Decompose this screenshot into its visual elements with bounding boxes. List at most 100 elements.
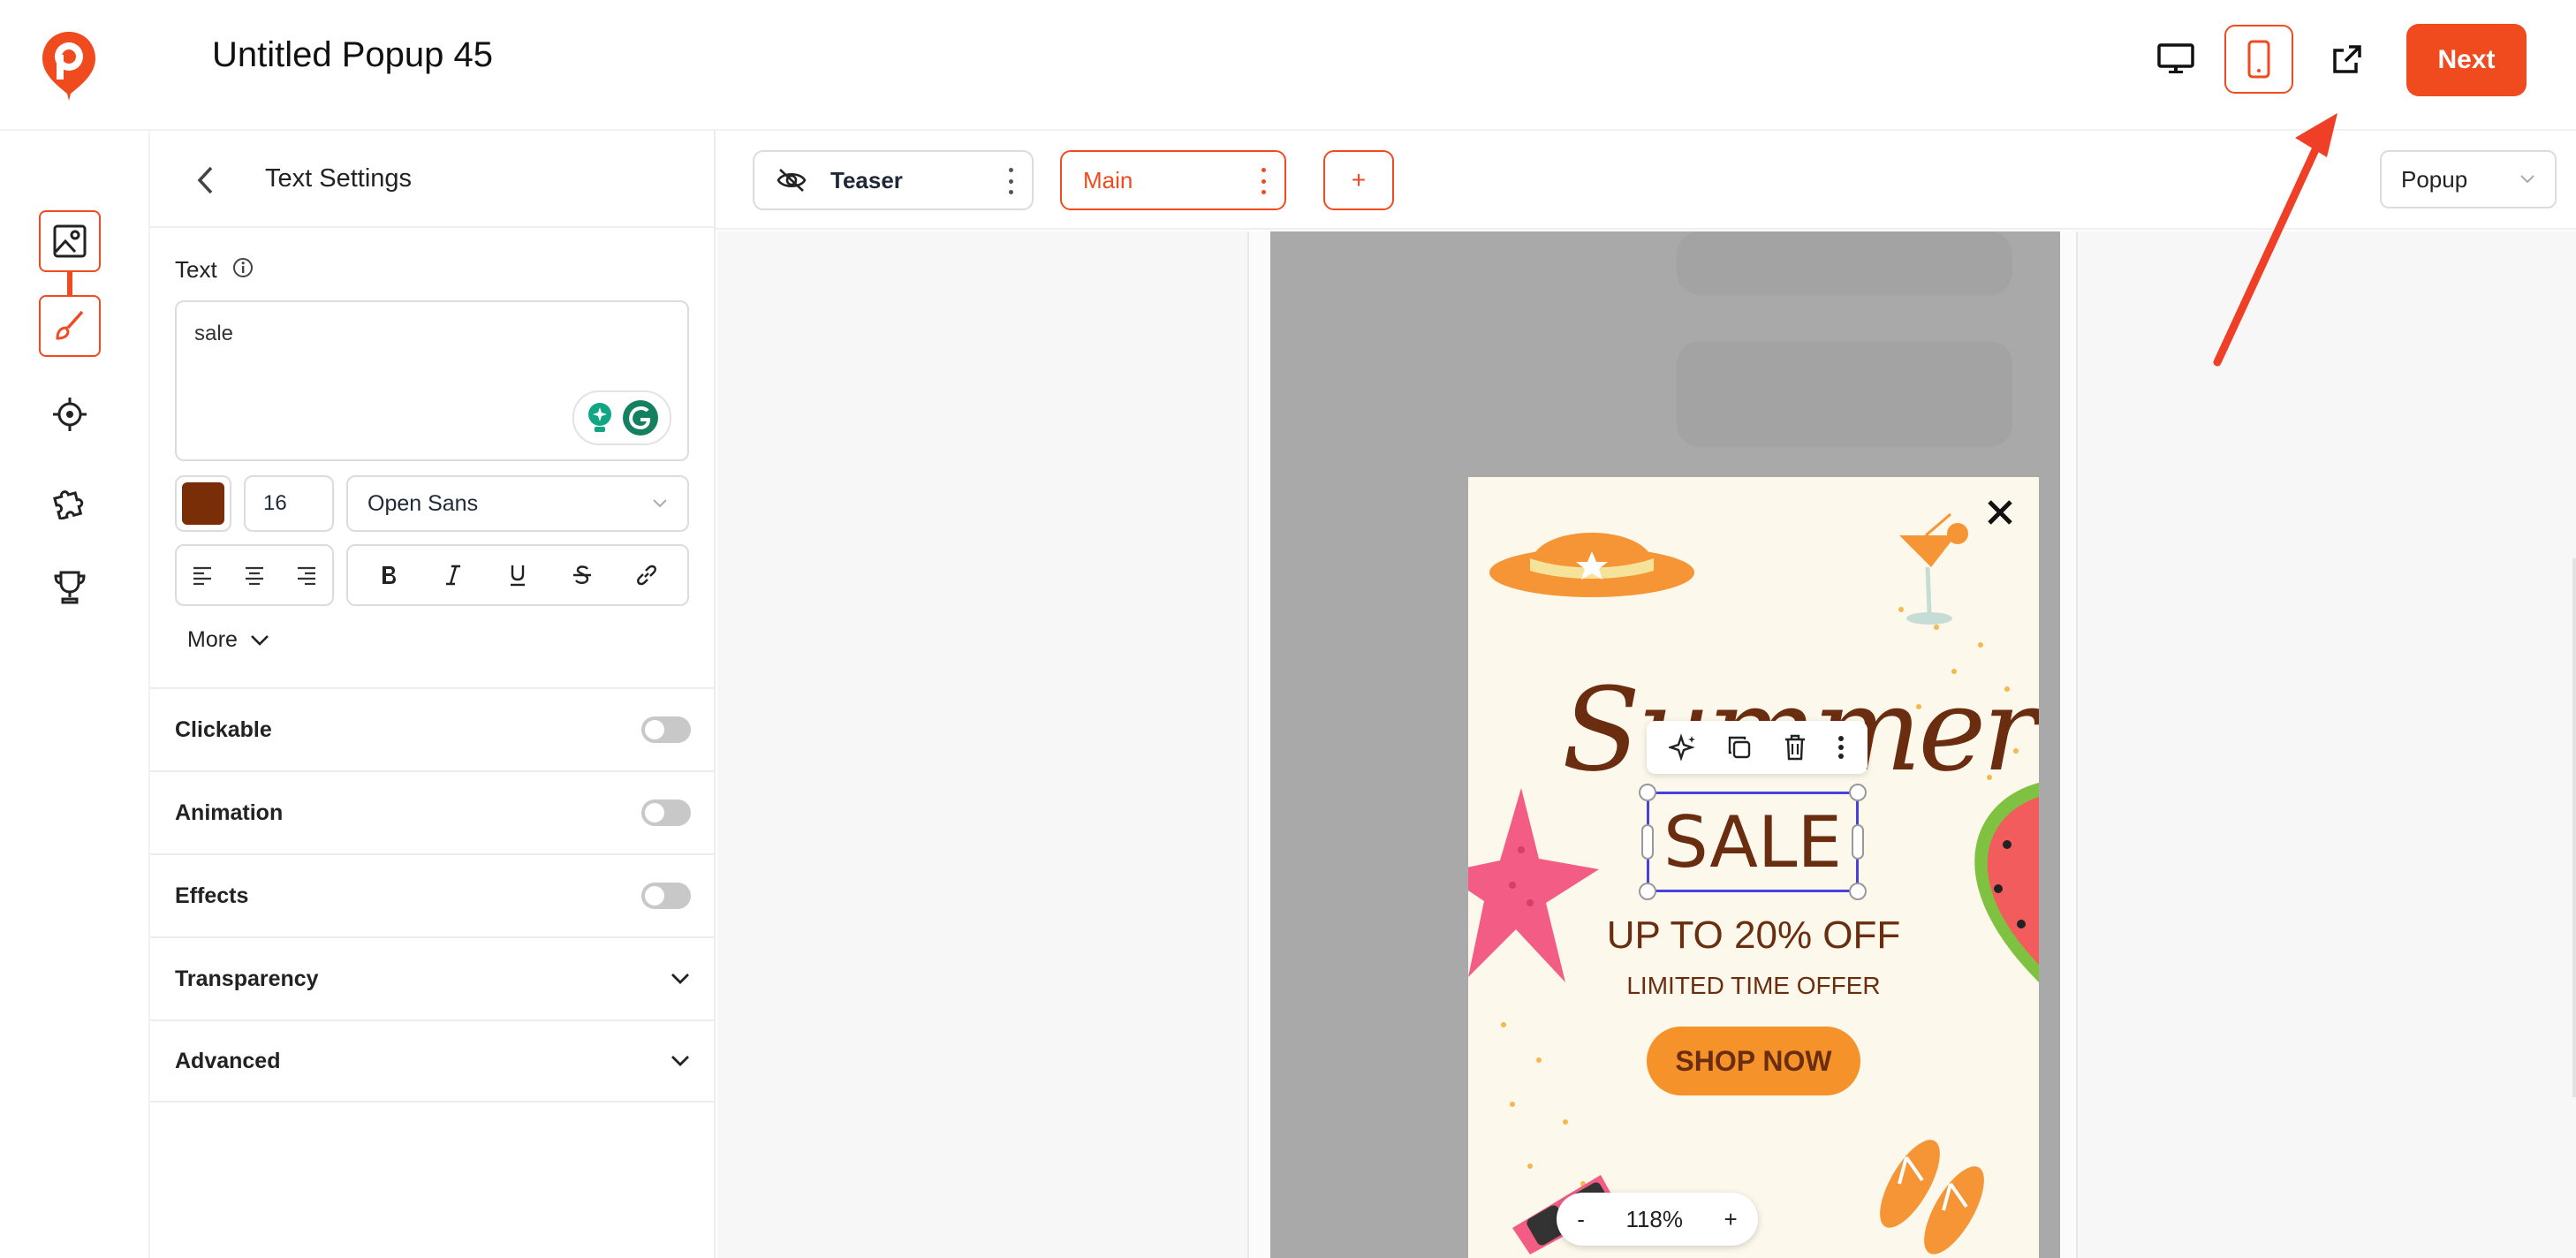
underline-button[interactable] xyxy=(498,556,537,595)
image-icon xyxy=(53,224,87,258)
more-toggle[interactable]: More xyxy=(187,627,269,653)
annotation-arrow-icon xyxy=(2213,113,2337,367)
mobile-icon xyxy=(2247,40,2270,79)
popup-preview[interactable]: Summer xyxy=(1468,477,2039,1258)
bold-button[interactable] xyxy=(369,556,408,595)
shop-now-button[interactable]: SHOP NOW xyxy=(1647,1027,1860,1095)
effects-toggle[interactable] xyxy=(641,883,691,909)
discount-headline[interactable]: UP TO 20% OFF xyxy=(1468,913,2039,958)
align-center-button[interactable] xyxy=(235,556,274,595)
info-icon[interactable] xyxy=(231,256,256,281)
align-right-icon xyxy=(297,566,315,585)
section-label: Transparency xyxy=(175,966,319,991)
rail-connector xyxy=(67,270,72,295)
text-color-swatch[interactable] xyxy=(175,475,231,532)
clickable-toggle[interactable] xyxy=(641,716,691,743)
ai-sparkle-icon[interactable] xyxy=(1668,733,1697,762)
rail-item-targeting[interactable] xyxy=(39,383,101,445)
mobile-device-frame: Summer xyxy=(1247,231,2078,1258)
resize-handle[interactable] xyxy=(1639,883,1656,900)
chevron-down-icon xyxy=(671,1056,689,1066)
italic-button[interactable] xyxy=(434,556,473,595)
animation-toggle[interactable] xyxy=(641,800,691,826)
device-screen: Summer xyxy=(1270,231,2060,1258)
resize-handle[interactable] xyxy=(1849,784,1867,801)
popup-close-icon[interactable] xyxy=(1982,495,2018,530)
rail-item-integrations[interactable] xyxy=(39,470,101,532)
underline-icon xyxy=(510,565,525,587)
hat-icon xyxy=(1489,533,1694,597)
background-placeholder xyxy=(1677,341,2012,447)
link-button[interactable] xyxy=(627,556,666,595)
rail-item-style[interactable] xyxy=(39,295,101,357)
selected-sale-text[interactable]: SALE xyxy=(1639,784,1867,900)
grammarly-widget[interactable] xyxy=(572,390,671,445)
starfish-icon xyxy=(1468,788,1599,982)
offer-subline[interactable]: LIMITED TIME OFFER xyxy=(1468,972,2039,1000)
chevron-left-icon xyxy=(197,166,213,194)
tab-teaser[interactable]: Teaser xyxy=(753,150,1034,210)
resize-handle[interactable] xyxy=(1852,824,1864,860)
display-type-select[interactable]: Popup xyxy=(2380,150,2557,208)
page-title[interactable]: Untitled Popup 45 xyxy=(212,35,493,75)
add-step-button[interactable]: + xyxy=(1323,150,1394,210)
rail-item-image[interactable] xyxy=(39,210,101,272)
section-effects[interactable]: Effects xyxy=(150,853,716,936)
section-clickable[interactable]: Clickable xyxy=(150,687,716,770)
font-size-input[interactable]: 16 xyxy=(244,475,334,532)
brush-icon xyxy=(56,310,84,340)
resize-handle[interactable] xyxy=(1849,883,1867,900)
strikethrough-icon xyxy=(572,565,591,584)
text-format-group xyxy=(346,544,689,606)
zoom-in-button[interactable]: + xyxy=(1724,1206,1738,1233)
chevron-down-icon xyxy=(2520,175,2534,184)
tab-menu-icon[interactable] xyxy=(1005,168,1016,194)
zoom-out-button[interactable]: - xyxy=(1577,1206,1585,1233)
chevron-down-icon xyxy=(653,499,667,508)
next-button[interactable]: Next xyxy=(2406,24,2527,96)
more-vertical-icon[interactable] xyxy=(1837,734,1845,761)
duplicate-icon[interactable] xyxy=(1726,734,1753,761)
grammarly-icon xyxy=(623,400,658,436)
trophy-icon xyxy=(54,571,86,604)
font-family-select[interactable]: Open Sans xyxy=(346,475,689,532)
tab-label: Main xyxy=(1083,166,1133,193)
zoom-control: - 118% + xyxy=(1557,1193,1758,1246)
desktop-preview-button[interactable] xyxy=(2141,25,2210,94)
target-icon xyxy=(53,398,87,431)
desktop-icon xyxy=(2157,43,2194,73)
panel-title: Text Settings xyxy=(265,164,413,193)
section-animation[interactable]: Animation xyxy=(150,770,716,853)
mobile-preview-button[interactable] xyxy=(2224,25,2293,94)
brand-logo-icon[interactable] xyxy=(41,30,97,102)
link-icon xyxy=(636,565,656,586)
editor-canvas[interactable]: Summer xyxy=(717,231,2576,1258)
italic-icon xyxy=(446,565,461,586)
eye-off-icon xyxy=(777,169,807,192)
section-label: Advanced xyxy=(175,1048,281,1073)
section-transparency[interactable]: Transparency xyxy=(150,936,716,1019)
back-button[interactable] xyxy=(187,163,223,198)
resize-handle[interactable] xyxy=(1641,824,1654,860)
element-floating-toolbar xyxy=(1647,721,1868,774)
sale-text: SALE xyxy=(1663,800,1843,883)
chevron-down-icon xyxy=(251,634,269,646)
open-preview-button[interactable] xyxy=(2313,25,2382,94)
align-right-button[interactable] xyxy=(287,556,326,595)
align-left-button[interactable] xyxy=(183,556,222,595)
scrollbar-track[interactable] xyxy=(2572,558,2576,1097)
chevron-down-icon xyxy=(671,974,689,984)
align-left-icon xyxy=(193,566,212,585)
resize-handle[interactable] xyxy=(1639,784,1656,801)
text-field-label: Text xyxy=(175,256,217,283)
external-link-icon xyxy=(2333,45,2361,73)
tab-label: Teaser xyxy=(830,166,903,193)
tab-menu-icon[interactable] xyxy=(1258,168,1269,194)
rail-item-goals[interactable] xyxy=(39,557,101,618)
bold-icon xyxy=(383,566,397,584)
tab-main[interactable]: Main xyxy=(1060,150,1286,210)
top-header: Untitled Popup 45 Next xyxy=(0,0,2576,131)
trash-icon[interactable] xyxy=(1783,733,1807,762)
strikethrough-button[interactable] xyxy=(563,556,602,595)
section-advanced[interactable]: Advanced xyxy=(150,1019,716,1103)
